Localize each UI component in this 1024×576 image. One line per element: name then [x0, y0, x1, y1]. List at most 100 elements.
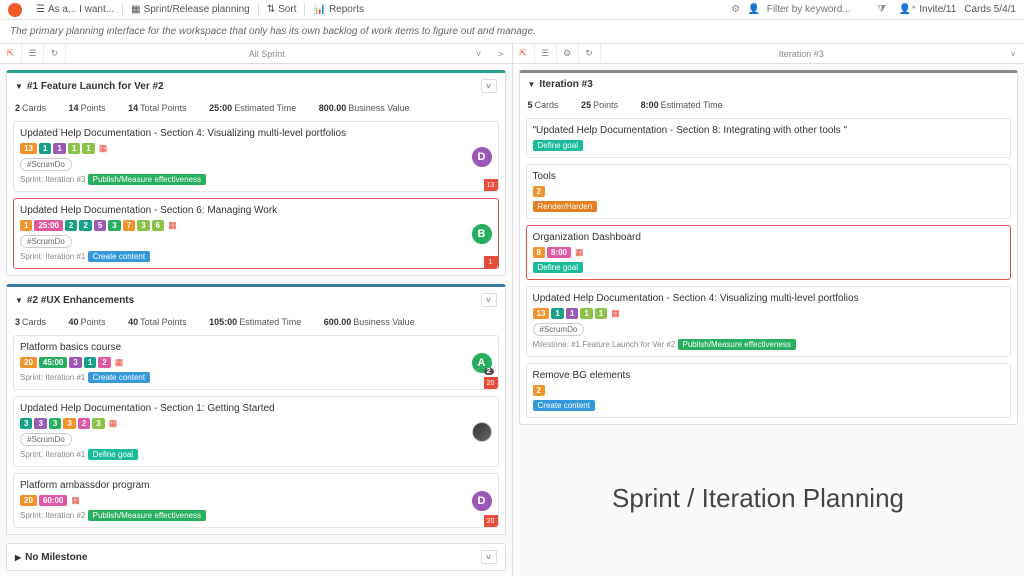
card-title: Platform ambassdor program	[20, 480, 492, 491]
card-help-doc-section4[interactable]: Updated Help Documentation - Section 4: …	[13, 121, 499, 192]
workspace-description: The primary planning interface for the w…	[0, 20, 1024, 44]
collapse-icon: ▼	[15, 82, 23, 91]
card-ambassador-program[interactable]: Platform ambassdor program 20 60:00 ▦ D …	[13, 473, 499, 528]
card-remove-bg[interactable]: Remove BG elements 2 Create content	[526, 363, 1012, 418]
status-pill: Define goal	[88, 449, 138, 460]
card-title: Updated Help Documentation - Section 6: …	[20, 205, 492, 216]
avatar-photo	[472, 422, 492, 442]
card-tools[interactable]: Tools 2 Render/Harden	[526, 164, 1012, 219]
hierarchy-icon[interactable]: ⇱	[513, 44, 535, 64]
card-badges: 13 1 1 1 1 ▦	[20, 143, 492, 154]
milestone-ux-enhancements: ▼ #2 #UX Enhancements ˅ 3Cards 40Points …	[6, 284, 506, 535]
invite-link[interactable]: 👤⁺ Invite/11	[899, 4, 957, 15]
calendar-icon: ▦	[115, 357, 124, 368]
chevron-down-icon[interactable]: ˅	[481, 550, 497, 564]
card-title: Updated Help Documentation - Section 4: …	[533, 293, 1005, 304]
tag-scrumdo: #ScrumDo	[20, 158, 72, 171]
sort-icon: ⇅	[267, 4, 275, 15]
calendar-icon: ▦	[131, 4, 140, 15]
card-help-doc-section1[interactable]: Updated Help Documentation - Section 1: …	[13, 396, 499, 467]
card-title: Updated Help Documentation - Section 1: …	[20, 403, 492, 414]
topbar: ☰As a... I want... ▦Sprint/Release plann…	[0, 0, 1024, 20]
gear-icon[interactable]: ⚙	[727, 1, 745, 19]
tag-scrumdo: #ScrumDo	[20, 235, 72, 248]
calendar-icon: ▦	[168, 220, 177, 231]
points-corner: 1	[484, 256, 498, 268]
tag-scrumdo: #ScrumDo	[20, 433, 72, 446]
card-title: "Updated Help Documentation - Section 8:…	[533, 125, 1005, 136]
list-view-icon[interactable]: ☰	[535, 44, 557, 64]
iteration-group-header[interactable]: ▼ Iteration #3	[520, 73, 1018, 96]
calendar-icon: ▦	[99, 143, 108, 154]
chevron-down-icon[interactable]: ˅	[481, 79, 497, 93]
calendar-icon: ▦	[575, 247, 584, 258]
card-title: Platform basics course	[20, 342, 492, 353]
milestone-stats: 3Cards 40Points 40Total Points 105:00Est…	[7, 313, 505, 335]
tool-reports[interactable]: 📊Reports	[307, 2, 369, 17]
chevron-down-icon[interactable]: ˅	[468, 49, 490, 59]
calendar-icon: ▦	[71, 495, 80, 506]
status-pill: Publish/Measure effectiveness	[88, 510, 206, 521]
collapse-icon: ▼	[15, 296, 23, 305]
milestone-header[interactable]: ▶ No Milestone ˅	[7, 544, 505, 570]
card-help-doc-section4-r[interactable]: Updated Help Documentation - Section 4: …	[526, 286, 1012, 357]
chevron-down-icon[interactable]: ˅	[1002, 49, 1024, 59]
iteration-header: ⇱ ☰ ⚙ ↻ Iteration #3 ˅	[513, 44, 1024, 64]
gear-icon[interactable]: ⚙	[557, 44, 579, 64]
avatar: D	[472, 491, 492, 511]
tool-sort[interactable]: ⇅Sort	[261, 2, 303, 17]
overlay-caption: Sprint / Iteration Planning	[612, 482, 904, 516]
add-user-icon: 👤⁺	[899, 4, 917, 15]
user-icon[interactable]: 👤	[745, 1, 763, 19]
card-basics-course[interactable]: Platform basics course 20 45:00 3 1 2 ▦ …	[13, 335, 499, 390]
tool-sprint-planning[interactable]: ▦Sprint/Release planning	[125, 2, 256, 17]
calendar-icon: ▦	[109, 418, 118, 429]
card-title: Updated Help Documentation - Section 4: …	[20, 128, 492, 139]
points-corner: 13	[484, 179, 498, 191]
card-title: Tools	[533, 171, 1005, 182]
filter-input[interactable]	[763, 2, 873, 17]
card-title: Remove BG elements	[533, 370, 1005, 381]
card-org-dashboard[interactable]: Organization Dashboard 8 8:00 ▦ Define g…	[526, 225, 1012, 280]
status-pill: Create content	[533, 400, 595, 411]
status-pill: Define goal	[533, 262, 583, 273]
iteration-group: ▼ Iteration #3 5Cards 25Points 8:00Estim…	[519, 70, 1019, 425]
points-corner: 20	[484, 515, 498, 527]
backlog-pane: ⇱ ☰ ↻ All Sprint ˅ ˃ ▼ #1 Feature Launch…	[0, 44, 513, 576]
app-logo[interactable]	[8, 3, 22, 17]
card-title: Organization Dashboard	[533, 232, 1005, 243]
milestone-stats: 2Cards 14Points 14Total Points 25:00Esti…	[7, 99, 505, 121]
refresh-icon[interactable]: ↻	[579, 44, 601, 64]
expand-icon: ▶	[15, 553, 21, 562]
card-badges: 1 25:00 2 2 5 3 7 3 6 ▦	[20, 220, 492, 231]
chart-icon: 📊	[313, 4, 325, 15]
calendar-icon: ▦	[611, 308, 620, 319]
status-pill: Publish/Measure effectiveness	[678, 339, 796, 350]
card-help-doc-section6[interactable]: Updated Help Documentation - Section 6: …	[13, 198, 499, 269]
hierarchy-icon[interactable]: ⇱	[0, 44, 22, 64]
points-corner: 20	[484, 377, 498, 389]
milestone-header[interactable]: ▼ #1 Feature Launch for Ver #2 ˅	[7, 73, 505, 99]
tool-story[interactable]: ☰As a... I want...	[30, 2, 120, 17]
status-pill: Create content	[88, 251, 150, 262]
avatar: A2	[472, 353, 492, 373]
avatar: B	[472, 224, 492, 244]
refresh-icon[interactable]: ↻	[44, 44, 66, 64]
funnel-icon[interactable]: ⧩	[873, 1, 891, 19]
status-pill: Publish/Measure effectiveness	[88, 174, 206, 185]
milestone-none: ▶ No Milestone ˅	[6, 543, 506, 571]
status-pill: Define goal	[533, 140, 583, 151]
collapse-icon: ▼	[528, 80, 536, 89]
iteration-stats: 5Cards 25Points 8:00Estimated Time	[520, 96, 1018, 118]
list-icon: ☰	[36, 4, 45, 15]
chevron-down-icon[interactable]: ˅	[481, 293, 497, 307]
iteration-title: Iteration #3	[601, 49, 1003, 59]
tag-scrumdo: #ScrumDo	[533, 323, 585, 336]
card-help-doc-section8[interactable]: "Updated Help Documentation - Section 8:…	[526, 118, 1012, 158]
cards-count: Cards 5/4/1	[964, 4, 1016, 15]
milestone-header[interactable]: ▼ #2 #UX Enhancements ˅	[7, 287, 505, 313]
close-icon[interactable]: ˃	[490, 49, 512, 59]
milestone-feature-launch: ▼ #1 Feature Launch for Ver #2 ˅ 2Cards …	[6, 70, 506, 276]
list-view-icon[interactable]: ☰	[22, 44, 44, 64]
backlog-title: All Sprint	[66, 49, 468, 59]
